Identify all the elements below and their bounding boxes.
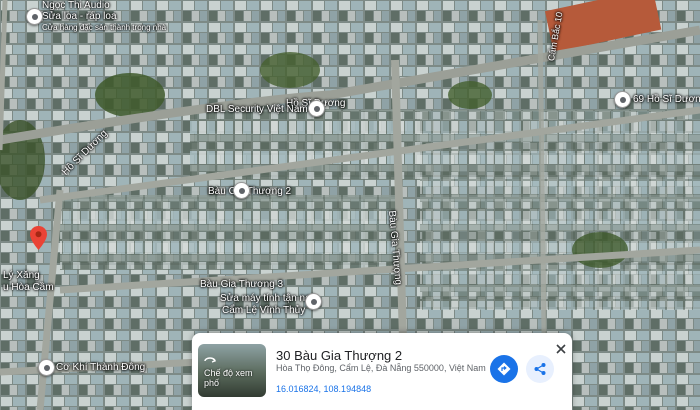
- directions-icon: [497, 362, 511, 376]
- map-label-ngoc-thi-audio[interactable]: Ngọc Thi Audio: [42, 0, 110, 11]
- security-pin-icon[interactable]: [308, 100, 325, 117]
- map-label-bau-gia-thuong-3: Bàu Gia Thượng 3: [200, 279, 284, 290]
- street-pin-icon[interactable]: [233, 182, 250, 199]
- place-address: Hòa Thọ Đông, Cẩm Lệ, Đà Nẵng 550000, Vi…: [276, 363, 486, 373]
- share-icon: [534, 363, 546, 375]
- street-view-label: Chế độ xem phố: [204, 368, 253, 388]
- map-label-co-khi[interactable]: Cơ Khí Thành Đông: [56, 362, 145, 373]
- close-icon[interactable]: [554, 342, 568, 356]
- map-label-sua-may-tinh[interactable]: Sửa máy tính tận nơi: [220, 293, 314, 304]
- map-label-dbl-security[interactable]: DBL Security Việt Nam: [206, 104, 308, 115]
- place-pin-icon[interactable]: [30, 226, 47, 250]
- place-card: Chế độ xem phố 30 Bàu Gia Thượng 2 Hòa T…: [192, 333, 572, 410]
- map-label-cay-xang[interactable]: Lý Xăng: [3, 270, 40, 281]
- map-label-hoa-cam: u Hòa Cầm: [3, 282, 54, 293]
- street-view-thumbnail[interactable]: Chế độ xem phố: [198, 344, 266, 397]
- mechanic-pin-icon[interactable]: [38, 359, 55, 376]
- computer-repair-pin-icon[interactable]: [305, 293, 322, 310]
- place-coordinates[interactable]: 16.016824, 108.194848: [276, 384, 371, 394]
- directions-button[interactable]: [490, 355, 518, 383]
- map-label-sua-loa[interactable]: Sửa loa - ráp loa: [42, 11, 117, 22]
- address-pin-icon[interactable]: [614, 91, 631, 108]
- share-button[interactable]: [526, 355, 554, 383]
- map-label-sua-may-tinh-sub: Cẩm Lệ Vĩnh Thủy: [222, 305, 306, 316]
- audio-shop-pin-icon[interactable]: [26, 8, 43, 25]
- map-label-69-ho-si-duong[interactable]: 69 Hồ Sĩ Dương: [633, 94, 700, 105]
- place-title: 30 Bàu Gia Thượng 2: [276, 348, 403, 363]
- map-label-sua-loa-sub: Cửa hàng đặc sản thành trong nhà: [42, 23, 167, 32]
- street-view-icon: [204, 357, 216, 363]
